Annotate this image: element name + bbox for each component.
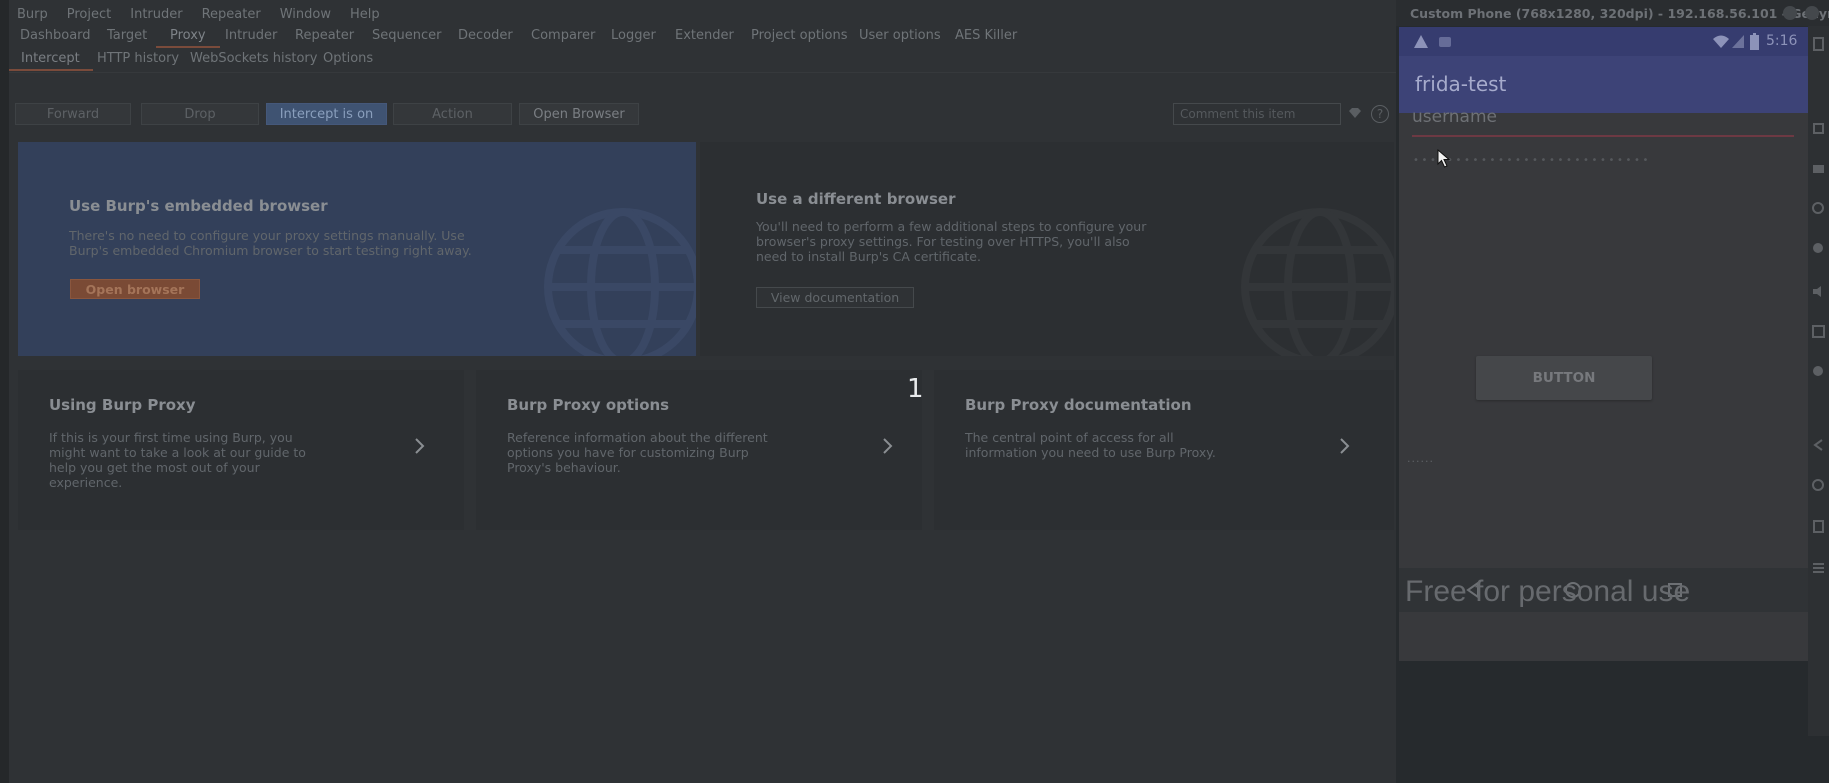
- action-button[interactable]: Action: [393, 103, 512, 125]
- phone-window-title: Custom Phone (768x1280, 320dpi) - 192.16…: [1396, 0, 1829, 26]
- notification-icon: [1439, 37, 1451, 47]
- result-text: ......: [1407, 452, 1434, 465]
- embedded-browser-card: Use Burp's embedded browser There's no n…: [18, 142, 696, 356]
- embedded-card-body: There's no need to configure your proxy …: [69, 228, 472, 258]
- card-body: The central point of access for all info…: [965, 430, 1216, 460]
- globe-icon: [1241, 208, 1394, 356]
- submit-button[interactable]: BUTTON: [1476, 356, 1652, 400]
- close-icon[interactable]: [1805, 6, 1819, 20]
- embedded-card-title: Use Burp's embedded browser: [69, 197, 328, 215]
- chevron-right-icon[interactable]: [880, 434, 896, 458]
- view-documentation-button[interactable]: View documentation: [756, 287, 914, 308]
- camera-icon[interactable]: [1811, 161, 1826, 176]
- menu-icon[interactable]: [1811, 561, 1826, 576]
- tab-project-options[interactable]: Project options: [751, 28, 848, 43]
- battery-icon: [1750, 33, 1759, 50]
- menubar: Burp Project Intruder Repeater Window He…: [9, 0, 1396, 28]
- globe-icon: [544, 208, 696, 356]
- overlay-number: 1: [907, 374, 924, 404]
- warning-icon: [1414, 35, 1428, 48]
- genymotion-window: Custom Phone (768x1280, 320dpi) - 192.16…: [1396, 0, 1829, 783]
- subtab-options[interactable]: Options: [323, 51, 373, 66]
- back-button-icon[interactable]: [1811, 438, 1826, 453]
- menu-help[interactable]: Help: [350, 7, 380, 22]
- identifiers-icon[interactable]: [1811, 241, 1826, 256]
- menu-burp[interactable]: Burp: [17, 7, 48, 22]
- signal-icon: [1732, 35, 1744, 48]
- forward-button[interactable]: Forward: [15, 103, 131, 125]
- subtab-websockets-history[interactable]: WebSockets history: [190, 51, 317, 66]
- tab-intruder[interactable]: Intruder: [225, 28, 277, 43]
- active-tab-underline: [156, 46, 220, 48]
- menu-window[interactable]: Window: [280, 7, 331, 22]
- main-tabs: Dashboard Target Proxy Intruder Repeater…: [9, 26, 1396, 48]
- drop-button[interactable]: Drop: [141, 103, 259, 125]
- card-title: Using Burp Proxy: [49, 396, 196, 414]
- status-time: 5:16: [1766, 33, 1798, 49]
- burp-window: Burp Project Intruder Repeater Window He…: [0, 0, 1396, 783]
- phone-screen: 5:16 frida-test username •••••••••••••••…: [1399, 27, 1809, 661]
- card-burp-proxy-options[interactable]: Burp Proxy options Reference information…: [476, 370, 922, 530]
- help-icon[interactable]: ?: [1371, 105, 1389, 123]
- tab-user-options[interactable]: User options: [859, 28, 941, 43]
- app-title: frida-test: [1415, 72, 1507, 96]
- watermark-text: Free for personal use: [1405, 575, 1691, 608]
- username-input[interactable]: username: [1412, 107, 1794, 137]
- tab-aes-killer[interactable]: AES Killer: [955, 28, 1017, 43]
- proxy-subtabs: Intercept HTTP history WebSockets histor…: [9, 49, 1396, 71]
- left-edge: [0, 0, 9, 783]
- open-browser-link-button[interactable]: Open browser: [70, 279, 200, 299]
- menu-intruder[interactable]: Intruder: [130, 7, 182, 22]
- tab-target[interactable]: Target: [107, 28, 147, 43]
- network-icon[interactable]: [1811, 324, 1826, 339]
- menu-project[interactable]: Project: [67, 7, 111, 22]
- tab-proxy[interactable]: Proxy: [170, 28, 206, 43]
- different-card-title: Use a different browser: [756, 190, 956, 208]
- tab-separator: [9, 72, 1396, 73]
- tab-repeater[interactable]: Repeater: [295, 28, 354, 43]
- remote-control-icon[interactable]: [1811, 201, 1826, 216]
- subtab-http-history[interactable]: HTTP history: [97, 51, 179, 66]
- tab-extender[interactable]: Extender: [675, 28, 734, 43]
- card-title: Burp Proxy documentation: [965, 396, 1192, 414]
- card-burp-proxy-documentation[interactable]: Burp Proxy documentation The central poi…: [934, 370, 1394, 530]
- power-icon[interactable]: [1811, 364, 1826, 379]
- genymotion-sidebar: [1808, 26, 1829, 736]
- minimize-icon[interactable]: [1783, 6, 1797, 20]
- menu-repeater[interactable]: Repeater: [202, 7, 261, 22]
- card-using-burp-proxy[interactable]: Using Burp Proxy If this is your first t…: [18, 370, 464, 530]
- card-title: Burp Proxy options: [507, 396, 670, 414]
- tab-dashboard[interactable]: Dashboard: [20, 28, 91, 43]
- chevron-right-icon[interactable]: [1337, 434, 1353, 458]
- different-card-body: You'll need to perform a few additional …: [756, 219, 1147, 264]
- tab-decoder[interactable]: Decoder: [458, 28, 513, 43]
- battery-widget-icon[interactable]: [1811, 36, 1826, 51]
- android-status-bar: 5:16: [1399, 27, 1809, 56]
- tab-logger[interactable]: Logger: [611, 28, 656, 43]
- open-browser-button[interactable]: Open Browser: [519, 103, 639, 125]
- card-body: Reference information about the differen…: [507, 430, 768, 475]
- card-body: If this is your first time using Burp, y…: [49, 430, 306, 490]
- tab-comparer[interactable]: Comparer: [531, 28, 595, 43]
- volume-up-icon[interactable]: [1811, 284, 1826, 299]
- chevron-right-icon[interactable]: [412, 434, 428, 458]
- gps-icon[interactable]: [1811, 121, 1826, 136]
- active-subtab-underline: [9, 69, 93, 71]
- tab-sequencer[interactable]: Sequencer: [372, 28, 441, 43]
- intercept-toggle-button[interactable]: Intercept is on: [266, 103, 387, 125]
- recent-apps-icon[interactable]: [1811, 519, 1826, 534]
- mouse-cursor-icon: [1437, 149, 1451, 168]
- home-button-icon[interactable]: [1811, 478, 1826, 493]
- different-browser-card: Use a different browser You'll need to p…: [700, 142, 1394, 356]
- highlight-marker-icon[interactable]: [1347, 106, 1363, 122]
- wifi-icon: [1713, 35, 1729, 48]
- subtab-intercept[interactable]: Intercept: [21, 51, 80, 66]
- comment-input[interactable]: Comment this item: [1173, 103, 1341, 125]
